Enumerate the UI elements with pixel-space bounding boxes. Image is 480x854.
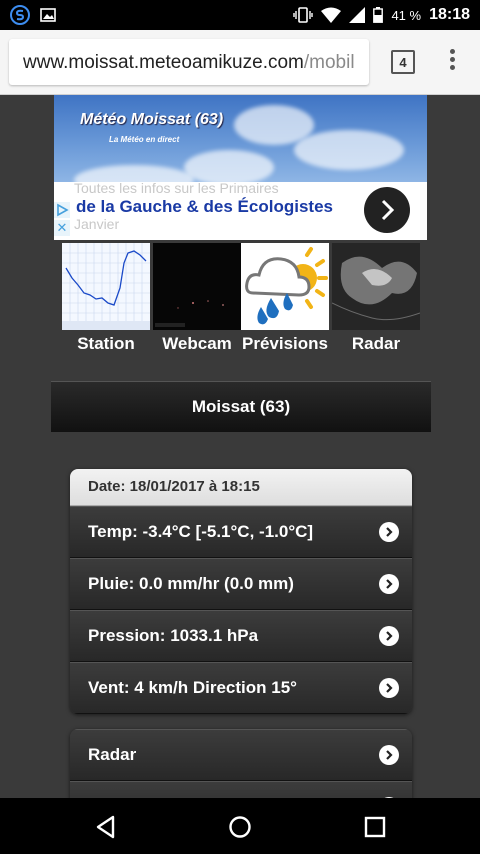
ad-ghost-text-bottom: Janvier [74, 216, 120, 232]
ad-ghost-text-top: Toutes les infos sur les Primaires [74, 182, 279, 196]
list-item-label: Radar [88, 745, 137, 764]
navigation-list: Radar [70, 729, 412, 798]
system-navigation-bar [0, 798, 480, 854]
home-icon[interactable] [227, 814, 253, 840]
signal-icon [349, 7, 366, 23]
image-icon [40, 7, 56, 23]
vibrate-icon [293, 7, 314, 23]
app-s-icon [10, 5, 30, 25]
radar-link[interactable]: Radar [332, 334, 420, 354]
ad-close-icon[interactable]: ✕ [54, 220, 70, 236]
advertisement[interactable]: Toutes les infos sur les Primaires de la… [54, 182, 427, 240]
station-thumbnail[interactable] [62, 243, 150, 330]
clock: 18:18 [429, 6, 470, 23]
chevron-right-icon [379, 745, 399, 765]
recents-icon[interactable] [362, 814, 388, 840]
webcam-link[interactable]: Webcam [153, 334, 241, 354]
status-bar: 41 % 18:18 [0, 0, 480, 30]
chevron-right-icon [379, 678, 399, 698]
radar-thumbnail[interactable] [332, 243, 420, 330]
list-item-label: Temp: -3.4°C [-5.1°C, -1.0°C] [88, 522, 314, 541]
list-item-label: Vent: 4 km/h Direction 15° [88, 678, 297, 697]
forecast-link[interactable]: Prévisions [241, 334, 329, 354]
chevron-right-icon [381, 199, 395, 221]
list-item-label: Pluie: 0.0 mm/hr (0.0 mm) [88, 574, 294, 593]
browser-toolbar: www.moissat.meteoamikuze.com/mobil 4 [0, 30, 480, 95]
tab-switcher-button[interactable]: 4 [391, 50, 415, 74]
list-item-label: Pression: 1033.1 hPa [88, 626, 259, 645]
list-item-pressure[interactable]: Pression: 1033.1 hPa [70, 610, 412, 662]
chevron-right-icon [379, 626, 399, 646]
webcam-thumbnail[interactable] [153, 243, 241, 330]
quick-links: Station Webcam Prévisions Radar [62, 243, 420, 353]
list-item-radar[interactable]: Radar [70, 729, 412, 781]
battery-icon [373, 7, 384, 23]
back-icon[interactable] [93, 814, 119, 840]
forecast-thumbnail[interactable] [241, 243, 329, 330]
station-link[interactable]: Station [62, 334, 150, 354]
url-host: www.moissat.meteoamikuze.com [23, 52, 304, 73]
url-bar[interactable]: www.moissat.meteoamikuze.com/mobil [9, 39, 369, 85]
list-item-next[interactable] [70, 781, 412, 798]
list-item-temperature[interactable]: Temp: -3.4°C [-5.1°C, -1.0°C] [70, 506, 412, 558]
readings-list: Date: 18/01/2017 à 18:15 Temp: -3.4°C [-… [70, 469, 412, 714]
url-path: /mobil [303, 52, 355, 73]
list-item-rain[interactable]: Pluie: 0.0 mm/hr (0.0 mm) [70, 558, 412, 610]
ad-arrow-button[interactable] [364, 187, 410, 233]
page-title: Moissat (63) [51, 381, 431, 432]
battery-percentage: 41 % [391, 7, 422, 23]
readings-date-divider: Date: 18/01/2017 à 18:15 [70, 469, 412, 506]
overflow-menu-icon[interactable] [444, 49, 460, 75]
banner-title: Météo Moissat (63) [80, 111, 224, 128]
ad-headline[interactable]: de la Gauche & des Écologistes [76, 197, 333, 217]
wifi-icon [321, 7, 342, 23]
chevron-right-icon [379, 574, 399, 594]
web-page: Météo Moissat (63) La Météo en direct To… [0, 95, 480, 798]
list-item-wind[interactable]: Vent: 4 km/h Direction 15° [70, 662, 412, 714]
url-text: www.moissat.meteoamikuze.com/mobil [23, 52, 355, 74]
banner-subtitle: La Météo en direct [109, 135, 180, 144]
chevron-right-icon [379, 522, 399, 542]
ad-choices-icon[interactable] [54, 202, 70, 218]
